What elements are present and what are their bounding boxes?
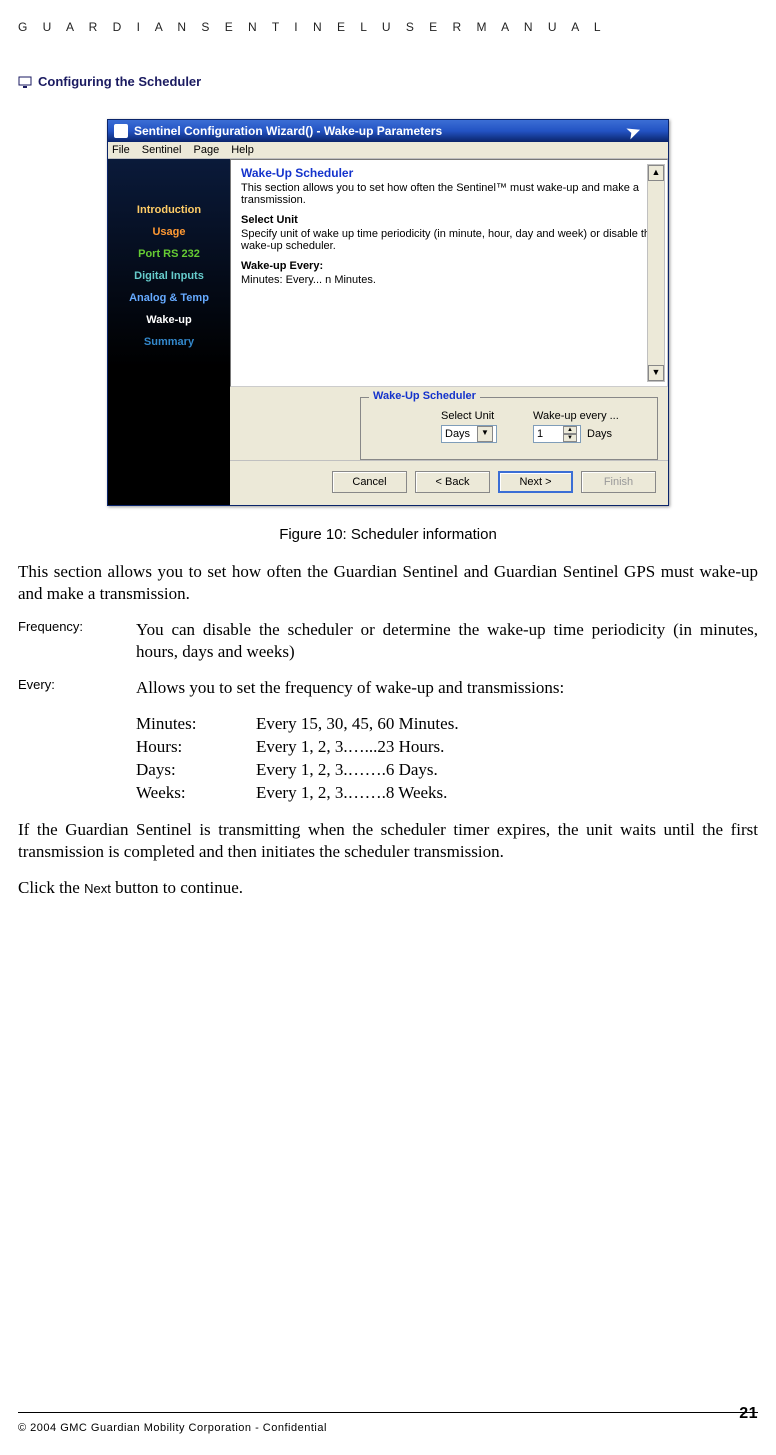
- spin-up-icon[interactable]: ▲: [563, 426, 577, 434]
- next-button[interactable]: Next >: [498, 471, 573, 493]
- term-every: Every:: [18, 677, 136, 699]
- row-hours-val: Every 1, 2, 3.…...23 Hours.: [256, 736, 444, 759]
- wakeup-unit-suffix: Days: [587, 428, 612, 440]
- body-paragraph-3: Click the Next button to continue.: [18, 877, 758, 899]
- p3-a: Click the: [18, 878, 84, 897]
- monitor-icon: [18, 76, 32, 88]
- menu-help[interactable]: Help: [231, 144, 254, 156]
- body-paragraph-1: This section allows you to set how often…: [18, 561, 758, 605]
- pane-select-unit-desc: Specify unit of wake up time periodicity…: [241, 228, 657, 252]
- select-unit-label: Select Unit: [441, 410, 497, 422]
- figure-caption: Figure 10: Scheduler information: [18, 526, 758, 543]
- nav-digital-inputs[interactable]: Digital Inputs: [114, 265, 224, 287]
- scroll-down-icon[interactable]: ▼: [648, 365, 664, 381]
- select-unit-value: Days: [445, 428, 470, 440]
- nav-introduction[interactable]: Introduction: [114, 199, 224, 221]
- row-minutes-val: Every 15, 30, 45, 60 Minutes.: [256, 713, 459, 736]
- pane-scheduler-desc: This section allows you to set how often…: [241, 182, 657, 206]
- pane-heading-select-unit: Select Unit: [241, 214, 657, 226]
- nav-usage[interactable]: Usage: [114, 221, 224, 243]
- menu-sentinel[interactable]: Sentinel: [142, 144, 182, 156]
- window-icon: [114, 124, 128, 138]
- section-title: Configuring the Scheduler: [38, 74, 201, 89]
- select-unit-dropdown[interactable]: Days ▼: [441, 425, 497, 443]
- footer-copyright: © 2004 GMC Guardian Mobility Corporation…: [18, 1422, 327, 1434]
- wakeup-every-value: 1: [537, 428, 543, 440]
- nav-analog-temp[interactable]: Analog & Temp: [114, 287, 224, 309]
- finish-button: Finish: [581, 471, 656, 493]
- nav-wake-up[interactable]: Wake-up: [114, 309, 224, 331]
- term-frequency: Frequency:: [18, 619, 136, 663]
- menu-file[interactable]: File: [112, 144, 130, 156]
- menu-bar: File Sentinel Page Help: [108, 142, 668, 159]
- pane-heading-scheduler: Wake-Up Scheduler: [241, 166, 657, 180]
- page-number: 21: [739, 1405, 758, 1423]
- chevron-down-icon[interactable]: ▼: [477, 426, 493, 442]
- p3-c: button to continue.: [111, 878, 243, 897]
- content-scrollbar[interactable]: ▲ ▼: [647, 164, 665, 382]
- scheduler-legend: Wake-Up Scheduler: [369, 390, 480, 402]
- desc-every: Allows you to set the frequency of wake-…: [136, 677, 758, 699]
- wizard-sidebar: Introduction Usage Port RS 232 Digital I…: [108, 159, 230, 505]
- row-days-key: Days:: [136, 759, 256, 782]
- time-table: Minutes:Every 15, 30, 45, 60 Minutes. Ho…: [136, 713, 758, 805]
- desc-frequency: You can disable the scheduler or determi…: [136, 619, 758, 663]
- wakeup-every-spinner[interactable]: 1 ▲ ▼: [533, 425, 581, 443]
- row-hours-key: Hours:: [136, 736, 256, 759]
- section-heading: Configuring the Scheduler: [18, 74, 758, 89]
- menu-page[interactable]: Page: [194, 144, 220, 156]
- window-titlebar[interactable]: Sentinel Configuration Wizard() - Wake-u…: [108, 120, 668, 142]
- definition-every: Every: Allows you to set the frequency o…: [18, 677, 758, 699]
- pane-wakeup-every-desc: Minutes: Every... n Minutes.: [241, 274, 657, 286]
- pane-heading-wakeup-every: Wake-up Every:: [241, 260, 657, 272]
- cursor-arrow-icon: ➤: [624, 120, 643, 143]
- body-paragraph-2: If the Guardian Sentinel is transmitting…: [18, 819, 758, 863]
- wizard-button-row: Cancel < Back Next > Finish: [230, 460, 668, 505]
- wizard-window: Sentinel Configuration Wizard() - Wake-u…: [107, 119, 669, 506]
- row-weeks-val: Every 1, 2, 3.…….8 Weeks.: [256, 782, 447, 805]
- p3-next-label: Next: [84, 881, 111, 896]
- row-days-val: Every 1, 2, 3.…….6 Days.: [256, 759, 438, 782]
- scroll-up-icon[interactable]: ▲: [648, 165, 664, 181]
- wizard-content-pane: Wake-Up Scheduler This section allows yo…: [230, 159, 668, 387]
- wakeup-every-label: Wake-up every ...: [533, 410, 619, 422]
- row-weeks-key: Weeks:: [136, 782, 256, 805]
- cancel-button[interactable]: Cancel: [332, 471, 407, 493]
- spin-down-icon[interactable]: ▼: [563, 434, 577, 442]
- page-footer: © 2004 GMC Guardian Mobility Corporation…: [18, 1412, 758, 1437]
- nav-summary[interactable]: Summary: [114, 331, 224, 353]
- document-header: G U A R D I A N S E N T I N E L U S E R …: [18, 20, 758, 34]
- back-button[interactable]: < Back: [415, 471, 490, 493]
- window-title: Sentinel Configuration Wizard() - Wake-u…: [134, 124, 442, 138]
- nav-port-rs232[interactable]: Port RS 232: [114, 243, 224, 265]
- scheduler-groupbox: Wake-Up Scheduler Select Unit Days ▼ Wak…: [360, 397, 658, 460]
- definition-frequency: Frequency: You can disable the scheduler…: [18, 619, 758, 663]
- row-minutes-key: Minutes:: [136, 713, 256, 736]
